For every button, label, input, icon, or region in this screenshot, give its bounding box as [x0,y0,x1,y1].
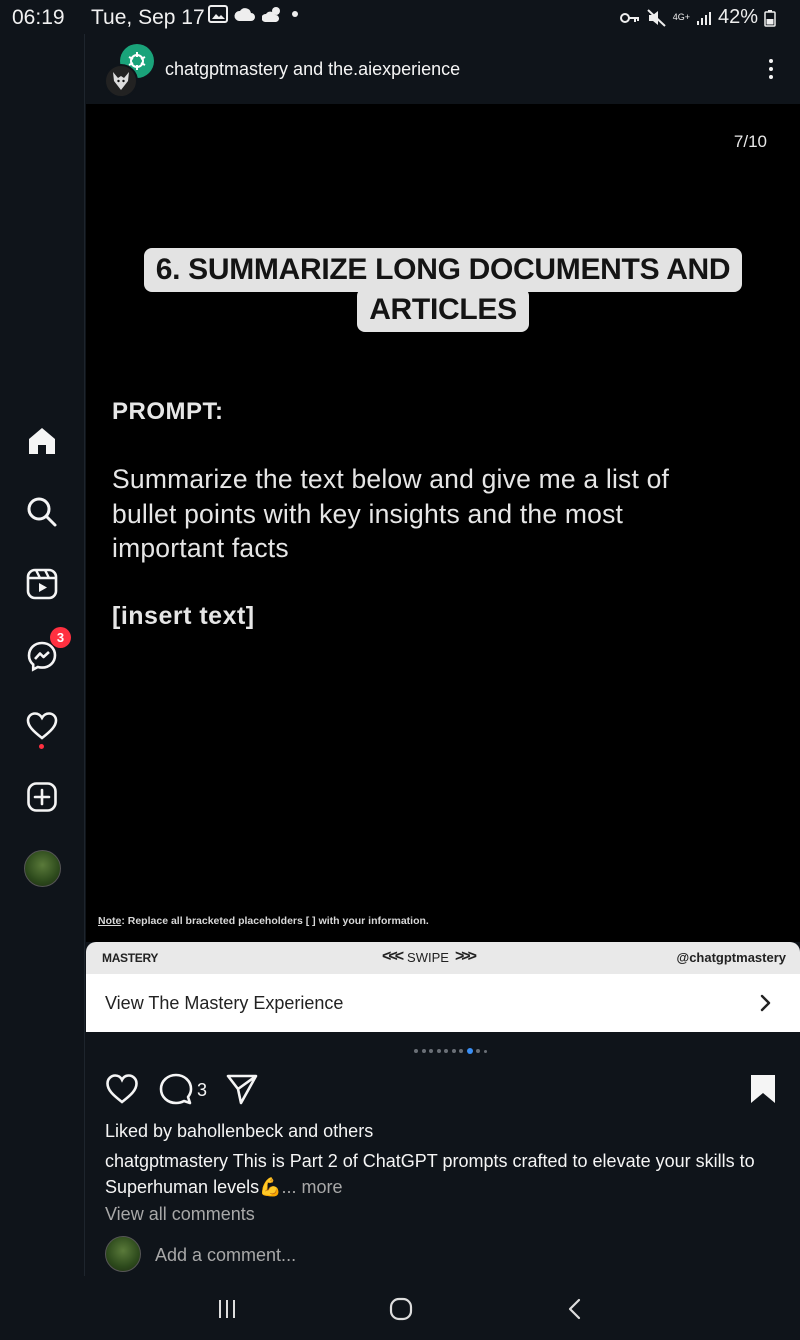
prompt-label: PROMPT: [112,398,224,425]
save-button[interactable] [746,1072,780,1106]
back-button[interactable] [558,1292,592,1326]
sidebar-item-home[interactable] [22,421,62,461]
prompt-line: Summarize the text below and give me a l… [112,464,670,494]
post-slide[interactable]: 7/10 6. SUMMARIZE LONG DOCUMENTS AND ART… [86,104,800,942]
wolf-logo-avatar [104,64,138,98]
note-label: Note [98,915,122,927]
insert-placeholder: [insert text] [112,602,255,630]
like-button[interactable] [105,1072,139,1106]
cloud-icon [234,8,255,21]
more-dot [769,67,773,71]
wolf-icon [113,72,129,90]
battery-percent: 42% [717,6,758,28]
search-icon [27,497,57,527]
notification-dot [39,744,44,749]
carousel-dot [429,1049,433,1053]
carousel-dot [444,1049,448,1053]
chevrons-left-icon: <<< [382,948,404,965]
mute-icon [647,8,666,27]
chevrons-right-icon: >>> [454,948,477,965]
carousel-dot [436,1049,441,1053]
more-dot [769,75,773,79]
prompt-body: Summarize the text below and give me a l… [112,462,762,566]
home-icon [29,428,55,454]
sidebar-item-profile[interactable] [24,850,61,887]
back-icon [568,1298,581,1320]
system-nav-bar [0,1276,800,1340]
carousel-indicator [414,1048,487,1054]
chevron-right-icon [760,994,771,1012]
add-comment-input[interactable]: Add a comment... [155,1245,296,1266]
plus-square-icon [27,782,57,812]
note-text: : Replace all bracketed placeholders [ ]… [121,915,429,927]
sidebar-item-reels[interactable] [22,564,62,604]
slide-footer-brand: MASTERY [102,951,159,965]
slide-title-line-2: ARTICLES [357,288,529,332]
slide-title: 6. SUMMARIZE LONG DOCUMENTS AND ARTICLES [86,248,800,332]
status-time: 06:19 [12,6,65,29]
slide-title-line-1: 6. SUMMARIZE LONG DOCUMENTS AND [143,248,743,292]
post-usernames[interactable]: chatgptmastery and the.aiexperience [165,59,460,80]
messages-badge: 3 [50,627,71,648]
sidebar-item-notifications[interactable] [22,706,62,749]
network-type: 4G+ [672,12,690,22]
slide-footer: MASTERY <<< SWIPE >>> @chatgptmastery [86,942,800,974]
sidebar-item-create[interactable] [22,777,62,817]
carousel-dot [476,1049,480,1053]
post-avatars[interactable] [104,44,156,98]
post-caption: chatgptmastery This is Part 2 of ChatGPT… [105,1148,775,1200]
sidebar-item-search[interactable] [22,492,62,532]
slide-footer-swipe: <<< SWIPE >>> [382,948,477,966]
comment-count: 3 [197,1080,208,1100]
key-icon [619,12,639,23]
sidebar-nav: 3 [0,34,85,1276]
slide-counter: 7/10 [733,132,767,151]
carousel-dot [459,1049,463,1053]
home-circle-icon [389,1297,413,1321]
caption-username[interactable]: chatgptmastery [105,1151,228,1171]
view-all-comments-link[interactable]: View all comments [105,1204,255,1225]
post-header: chatgptmastery and the.aiexperience [86,34,800,104]
status-date: Tue, Sep 17 [91,6,205,29]
more-options-button[interactable] [756,54,786,84]
sidebar-item-messages[interactable]: 3 [22,627,71,676]
status-bar: 06:19 Tue, Sep 17 4G+ 42% [0,0,800,34]
carousel-dot [414,1049,418,1053]
signal-icon [696,11,711,25]
prompt-line: bullet points with key insights and the … [112,498,624,529]
carousel-dot [451,1049,456,1053]
recents-button[interactable] [210,1292,244,1326]
dot-icon [292,11,298,17]
view-experience-link[interactable]: View The Mastery Experience [86,974,800,1032]
slide-note: Note: Replace all bracketed placeholders… [98,915,429,927]
liked-by[interactable]: Liked by bahollenbeck and others [105,1121,373,1142]
notification-icons [208,5,300,23]
avatar [105,1236,141,1272]
home-button[interactable] [384,1292,418,1326]
cta-label: View The Mastery Experience [105,993,344,1013]
slide-footer-handle: @chatgptmastery [676,950,786,965]
reels-icon [26,568,58,600]
post-actions: 3 [86,1070,800,1110]
status-right: 4G+ 42% [619,6,776,29]
carousel-dot [421,1049,426,1053]
carousel-dot [483,1049,487,1053]
swipe-label: SWIPE [407,949,449,965]
weather-icon [262,7,280,22]
recents-icon [219,1300,235,1318]
heart-icon [26,712,58,740]
share-button[interactable] [225,1072,259,1106]
prompt-line: important facts [112,533,289,563]
battery-icon [764,9,776,27]
carousel-dot [466,1048,473,1054]
gallery-icon [208,5,228,23]
caption-more-link[interactable]: ... more [282,1177,343,1197]
more-dot [769,59,773,63]
comment-button[interactable] [159,1072,193,1106]
